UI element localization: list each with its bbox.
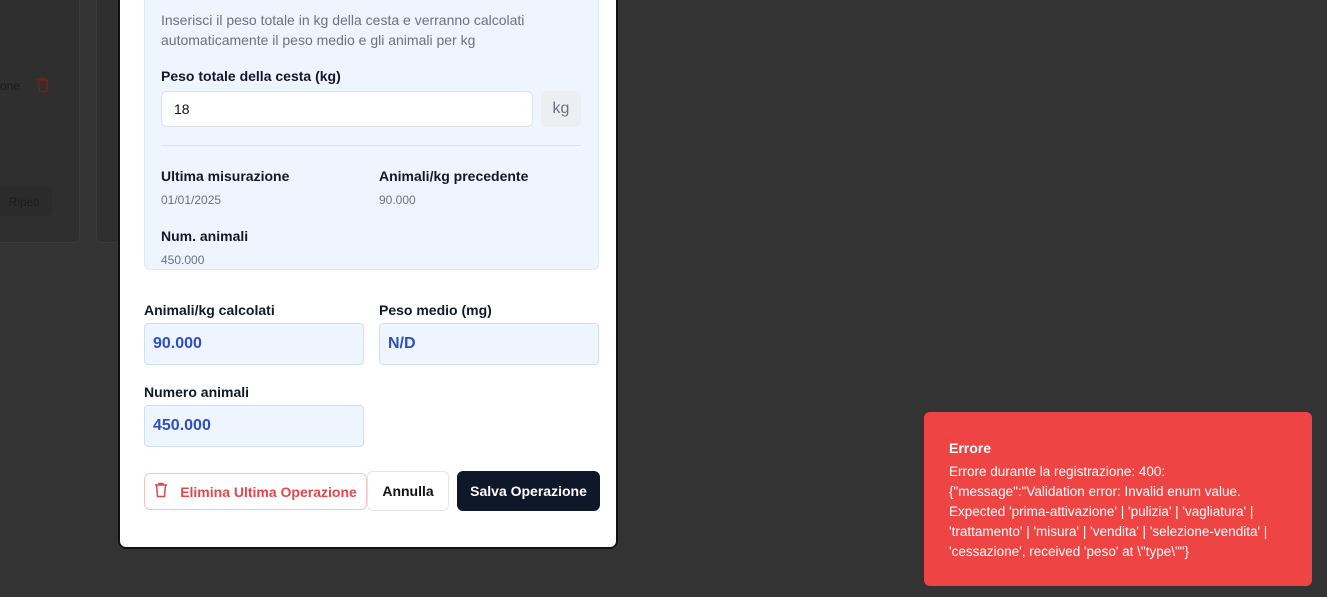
toast-title: Errore <box>949 440 992 456</box>
prev-animals-per-kg-value: 90.000 <box>379 193 416 207</box>
toast-message: Errore durante la registrazione: 400: {"… <box>949 464 1268 559</box>
help-text: Inserisci il peso totale in kg della ces… <box>161 12 525 48</box>
avg-weight-value: N/D <box>379 323 599 365</box>
save-operation-button[interactable]: Salva Operazione <box>457 471 600 511</box>
last-measurement-value: 01/01/2025 <box>161 193 222 207</box>
num-animals-label: Num. animali <box>161 228 249 244</box>
avg-weight-label: Peso medio (mg) <box>379 302 492 318</box>
total-animals-value: 450.000 <box>144 405 364 447</box>
divider <box>161 145 581 146</box>
calc-animals-per-kg-value: 90.000 <box>144 323 364 365</box>
calc-animals-per-kg-label: Animali/kg calcolati <box>144 302 275 318</box>
delete-button-label: Elimina Ultima Operazione <box>180 483 357 500</box>
prev-animals-per-kg-label: Animali/kg precedente <box>379 168 529 184</box>
error-toast[interactable]: Errore Errore durante la registrazione: … <box>924 412 1312 586</box>
total-animals-label: Numero animali <box>144 384 250 400</box>
trash-icon[interactable] <box>36 77 50 93</box>
unit-badge: kg <box>541 91 581 127</box>
background-partial-text: one <box>0 79 21 93</box>
cancel-button-label: Annulla <box>382 483 434 499</box>
repeat-button[interactable]: Ripeti <box>0 187 52 216</box>
operation-modal: Inserisci il peso totale in kg della ces… <box>118 0 618 549</box>
repeat-button-label: Ripeti <box>8 194 40 209</box>
last-measurement-label: Ultima misurazione <box>161 168 290 184</box>
total-weight-label: Peso totale della cesta (kg) <box>161 68 341 84</box>
cancel-button[interactable]: Annulla <box>367 471 449 511</box>
num-animals-value: 450.000 <box>161 253 205 267</box>
delete-last-operation-button[interactable]: Elimina Ultima Operazione <box>144 473 367 510</box>
total-weight-input[interactable]: 18 <box>161 91 533 127</box>
trash-icon <box>154 482 180 501</box>
save-button-label: Salva Operazione <box>470 483 587 499</box>
